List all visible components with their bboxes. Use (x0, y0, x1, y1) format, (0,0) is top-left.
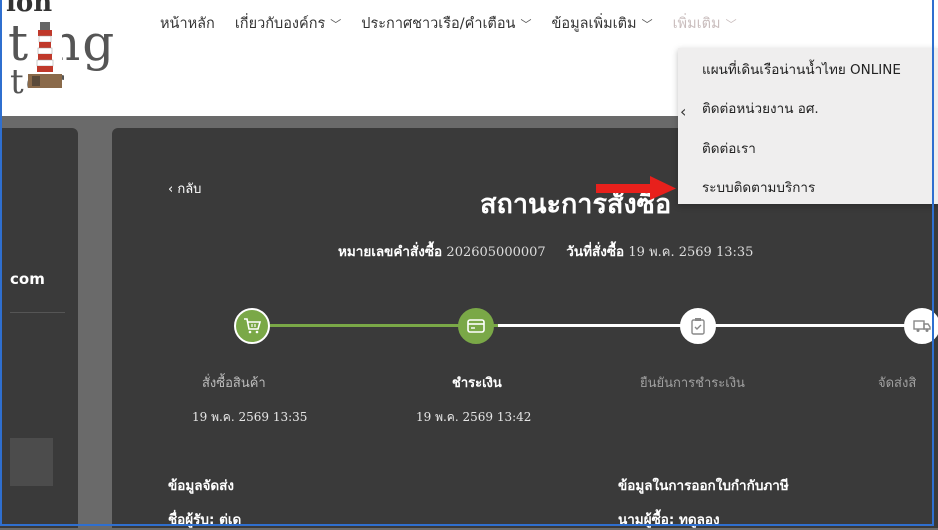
sidebar-brand: com (10, 270, 45, 288)
step-payment-label: ชำระเงิน (452, 376, 502, 391)
cart-icon (244, 318, 261, 334)
chevron-left-icon: ‹ (680, 102, 687, 121)
lighthouse-icon (28, 18, 62, 100)
step-payment-date: 19 พ.ค. 2569 13:42 (416, 410, 532, 424)
order-date-value: 19 พ.ค. 2569 13:35 (628, 245, 754, 260)
order-date-label: วันที่สั่งซื้อ (566, 244, 625, 260)
step-delivery-circle (904, 308, 938, 344)
step-confirm-label: ยืนยันการชำระเงิน (640, 376, 745, 391)
back-link[interactable]: ‹ กลับ (168, 178, 201, 199)
chevron-down-icon: ﹀ (520, 17, 532, 31)
sidebar-item-active[interactable] (10, 438, 53, 486)
order-number-value: 202605000007 (446, 245, 546, 260)
tax-buyer: นามผู้ซื้อ: ทดูลอง (618, 512, 720, 528)
main-nav: หน้าหลัก เกี่ยวกับองค์กร ﹀ ประกาศชาวเรือ/… (160, 12, 757, 35)
tax-info-title: ข้อมูลในการออกใบกำกับภาษี (618, 478, 789, 494)
nav-about[interactable]: เกี่ยวกับองค์กร ﹀ (235, 12, 341, 35)
dropdown-item-service-tracking[interactable]: ระบบติดตามบริการ (702, 176, 815, 198)
moreinfo-dropdown-menu: แผนที่เดินเรือน่านน้ำไทย ONLINE ‹ ติดต่อ… (678, 48, 938, 204)
step-order-label: สั่งซื้อสินค้า (202, 376, 266, 391)
step-order-circle (234, 308, 270, 344)
progress-line-pending (498, 324, 938, 327)
chevron-down-icon: ﹀ (330, 17, 342, 31)
dropdown-item-contact-agency[interactable]: ติดต่อหน่วยงาน อศ. (702, 97, 819, 119)
account-sidebar: com (0, 128, 78, 528)
order-info-line: หมายเลขคำสั่งซื้อ 202605000007 วันที่สั่… (338, 240, 753, 262)
nav-notices[interactable]: ประกาศชาวเรือ/คำเตือน ﹀ (361, 12, 531, 35)
step-confirm-circle (680, 308, 716, 344)
shipping-recipient: ชื่อผู้รับ: ต่เด (168, 512, 242, 528)
nav-home[interactable]: หน้าหลัก (160, 12, 215, 35)
step-payment-circle (458, 308, 494, 344)
truck-icon (913, 320, 931, 332)
dropdown-item-chart-online[interactable]: แผนที่เดินเรือน่านน้ำไทย ONLINE (702, 58, 901, 80)
site-logo[interactable]: ion ting ter (6, 0, 131, 110)
card-icon (467, 319, 485, 333)
chevron-down-icon: ﹀ (641, 17, 653, 31)
sidebar-divider (10, 312, 65, 313)
step-delivery-label: จัดส่งสิ (878, 376, 917, 391)
step-order-date: 19 พ.ค. 2569 13:35 (192, 410, 308, 424)
chevron-down-icon: ﹀ (725, 17, 737, 31)
shipping-info-title: ข้อมูลจัดส่ง (168, 478, 235, 494)
order-number-label: หมายเลขคำสั่งซื้อ (338, 244, 443, 260)
nav-more[interactable]: เพิ่มเติม ﹀ (673, 12, 737, 35)
clipboard-check-icon (691, 318, 705, 335)
red-pointer-arrow-icon (596, 176, 676, 200)
nav-moreinfo[interactable]: ข้อมูลเพิ่มเติม ﹀ (551, 12, 652, 35)
dropdown-item-contact-us[interactable]: ติดต่อเรา (702, 137, 756, 159)
